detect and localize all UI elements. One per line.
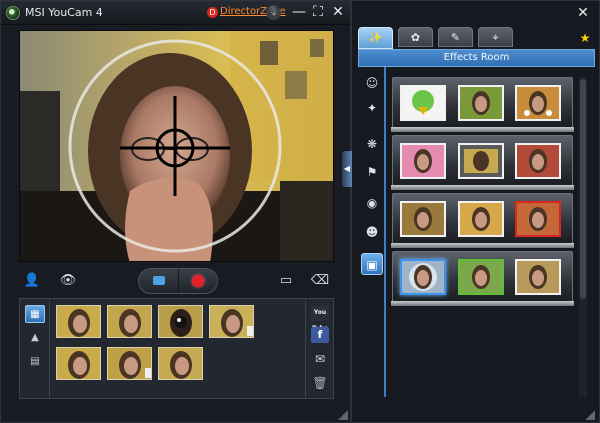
- effects-shelf: [391, 251, 574, 306]
- eraser-icon[interactable]: ⌫: [309, 268, 331, 294]
- effect-item[interactable]: [515, 143, 561, 179]
- record-icon: [192, 275, 204, 287]
- category-emotion[interactable]: ☻: [361, 221, 383, 243]
- category-magic[interactable]: ✦: [361, 97, 383, 119]
- effect-item[interactable]: [515, 85, 561, 121]
- effect-categories: ☺ ✦ ❋ ⚑ ◉ ☻ ▣: [358, 67, 386, 397]
- effects-room-title: Effects Room: [358, 49, 595, 67]
- thumbnail-list: [56, 303, 306, 395]
- effect-item[interactable]: [515, 201, 561, 237]
- effect-item[interactable]: [458, 143, 504, 179]
- new-effects-icon[interactable]: ★: [577, 31, 593, 47]
- frame-mode-icon[interactable]: ▭: [275, 268, 297, 294]
- maximize-button[interactable]: ⛶: [310, 4, 326, 20]
- effects-shelves: [391, 77, 574, 306]
- thumbnail[interactable]: [56, 305, 101, 338]
- webcam-image: +: [20, 31, 333, 261]
- youcam-logo-icon: [6, 6, 20, 20]
- record-button[interactable]: [179, 269, 217, 293]
- title-bar: MSI YouCam 4 D DirectorZone 🎙 — ⛶ ✕: [1, 1, 350, 25]
- capture-gallery: ▦ ▲ ▤ You Tube f ✉ 🗑: [19, 298, 334, 399]
- effects-shelf: [391, 77, 574, 132]
- grid-view-icon[interactable]: ▦: [25, 305, 45, 323]
- tab-surveillance[interactable]: ⌖: [478, 27, 513, 47]
- thumbnail[interactable]: [56, 347, 101, 380]
- effect-item[interactable]: [515, 259, 561, 295]
- camera-icon: [153, 276, 165, 285]
- tab-effects[interactable]: ✨: [358, 27, 393, 49]
- close-button[interactable]: ✕: [330, 4, 346, 20]
- facebook-button[interactable]: f: [311, 327, 329, 343]
- thumbnail[interactable]: [158, 347, 203, 380]
- category-distortion[interactable]: ⚑: [361, 161, 383, 183]
- thumbnail[interactable]: [107, 347, 152, 380]
- thumbnail[interactable]: [158, 305, 203, 338]
- share-panel: You Tube f ✉ 🗑: [305, 299, 333, 398]
- effects-close-button[interactable]: ✕: [575, 5, 591, 21]
- capture-button-group: [138, 268, 218, 294]
- svg-text:+: +: [169, 141, 181, 157]
- sort-icon[interactable]: ▲: [25, 329, 45, 347]
- face-tracking-icon[interactable]: 👁: [57, 268, 79, 294]
- capture-window: MSI YouCam 4 D DirectorZone 🎙 — ⛶ ✕ + 👤 …: [0, 0, 351, 423]
- category-avatar[interactable]: ☺: [361, 72, 383, 94]
- effect-item[interactable]: [400, 143, 446, 179]
- webcam-preview[interactable]: +: [19, 30, 334, 262]
- thumbnail[interactable]: [107, 305, 152, 338]
- resize-grip-icon[interactable]: [338, 410, 348, 420]
- mail-icon[interactable]: ✉: [311, 351, 329, 367]
- category-frame[interactable]: ▣: [361, 253, 383, 275]
- effects-scroll-thumb[interactable]: [580, 79, 586, 299]
- add-user-icon[interactable]: 👤: [21, 268, 43, 294]
- snapshot-button[interactable]: [139, 269, 179, 293]
- minimize-button[interactable]: —: [291, 4, 307, 20]
- effect-item[interactable]: [458, 85, 504, 121]
- youtube-button[interactable]: You Tube: [311, 305, 329, 332]
- effect-item[interactable]: [458, 259, 504, 295]
- thumbnail[interactable]: [209, 305, 254, 338]
- filmstrip-icon[interactable]: ▤: [25, 353, 45, 371]
- effects-resize-grip-icon[interactable]: [585, 410, 595, 420]
- gallery-tools: ▦ ▲ ▤: [20, 299, 50, 398]
- tab-stickers[interactable]: ✿: [398, 27, 433, 47]
- directorzone-icon[interactable]: D: [207, 7, 218, 18]
- trash-icon[interactable]: 🗑: [311, 375, 329, 391]
- category-particles[interactable]: ❋: [361, 133, 383, 155]
- tab-draw[interactable]: ✎: [438, 27, 473, 47]
- effect-item[interactable]: [400, 201, 446, 237]
- effect-item-selected[interactable]: [400, 259, 446, 295]
- youcam-app: MSI YouCam 4 D DirectorZone 🎙 — ⛶ ✕ + 👤 …: [0, 0, 600, 423]
- effects-shelf: [391, 193, 574, 248]
- microphone-icon[interactable]: 🎙: [266, 5, 281, 20]
- effects-shelf: [391, 135, 574, 190]
- effect-item[interactable]: [458, 201, 504, 237]
- category-mask[interactable]: ◉: [361, 192, 383, 214]
- capture-controls: 👤 👁 ▭ ⌫: [19, 268, 334, 294]
- effects-tabs: ✨ ✿ ✎ ⌖: [358, 27, 598, 49]
- download-effects-item[interactable]: [400, 85, 446, 121]
- app-title: MSI YouCam 4: [25, 6, 103, 19]
- collapse-panel-button[interactable]: ◀: [342, 151, 352, 187]
- effects-window: ◀ ✕ ✨ ✿ ✎ ⌖ ★ Effects Room ☺ ✦ ❋ ⚑ ◉ ☻ ▣: [342, 0, 600, 423]
